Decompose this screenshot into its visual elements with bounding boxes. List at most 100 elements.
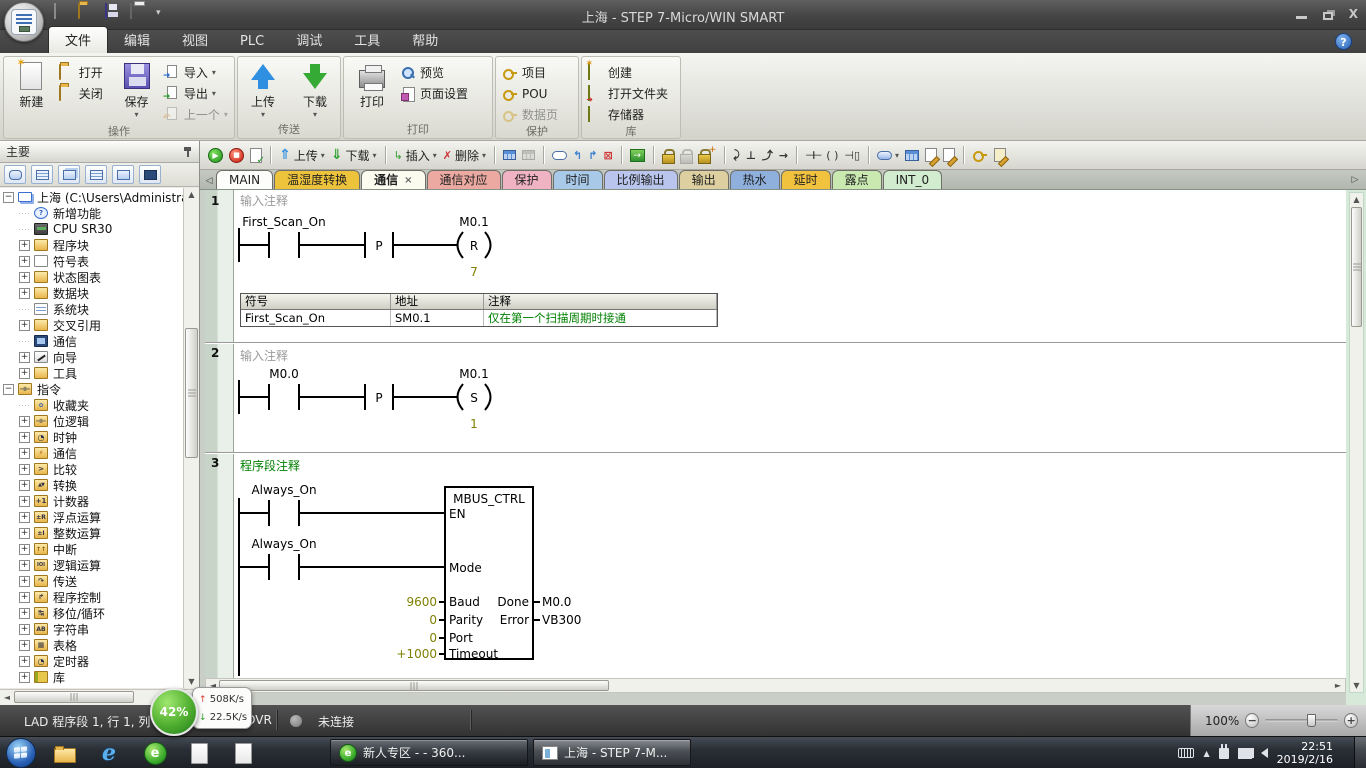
curl-right-icon[interactable]: ↱ [586,145,599,165]
tree-expander-icon[interactable]: + [19,608,30,619]
branch-up-icon[interactable]: ⤴ [760,145,775,165]
editor-tab-保护[interactable]: 保护 [502,170,552,189]
print-button[interactable]: 打印 [347,59,397,123]
edit-comment-icon[interactable] [923,145,939,165]
lock-add-icon[interactable]: + [696,145,719,165]
tree-item-table[interactable]: +表格 [0,637,183,653]
start-button[interactable] [6,738,36,768]
contact-always-on-mode[interactable]: Always_On [251,537,316,580]
cross-reference-view-icon[interactable] [112,165,134,184]
block-input-values[interactable]: 9600 0 0 +1000 [396,595,445,661]
tree-expander-icon[interactable]: + [19,416,30,427]
contact-first-scan[interactable]: First_Scan_On [242,215,325,258]
network-comment[interactable]: 程序段注释 [240,457,300,474]
internet-explorer-icon[interactable]: e [96,741,122,765]
taskbar-window-step7[interactable]: 上海 - STEP 7-M... [533,739,691,766]
taskbar-window-360[interactable]: e 新人专区 - - 360... [330,739,528,766]
editor-tab-露点[interactable]: 露点 [832,170,882,189]
tree-expander-icon[interactable]: + [19,272,30,283]
export-button[interactable]: ➜导出▾ [161,83,231,104]
zoom-slider[interactable] [1265,719,1338,722]
editor-tab-MAIN[interactable]: MAIN [216,170,273,189]
block-output-values[interactable]: M0.0 VB300 [533,595,581,627]
new-button[interactable]: 新建 [7,59,56,125]
editor-tab-热水[interactable]: 热水 [730,170,780,189]
document-icon[interactable] [186,741,212,765]
symbol-table-view-icon[interactable] [31,165,53,184]
tree-expander-icon[interactable]: + [19,432,30,443]
pou-properties-icon[interactable] [992,145,1008,165]
protect-project-button[interactable]: 项目 [499,62,561,83]
editor-tab-通信[interactable]: 通信× [361,170,425,189]
tree-item-bit-logic[interactable]: +位逻辑 [0,413,183,429]
horizontal-line-icon[interactable]: → [777,145,790,165]
tree-item-symbol-table[interactable]: +符号表 [0,253,183,269]
print-preview-button[interactable]: 预览 [397,62,471,83]
show-desktop-button[interactable] [1354,737,1366,768]
tree-item-logic-ops[interactable]: +逻辑运算 [0,557,183,573]
branch-down-icon[interactable]: ⤸ [731,145,742,165]
input-method-icon[interactable] [1178,748,1194,758]
network-comment[interactable]: 输入注释 [240,347,288,364]
tree-item-cross-reference[interactable]: +交叉引用 [0,317,183,333]
help-icon[interactable]: ? [1335,33,1352,50]
tree-expander-icon[interactable]: + [19,368,30,379]
branch-junction-icon[interactable]: ⊥ [744,145,758,165]
zoom-out-button[interactable]: − [1245,713,1259,728]
editor-tab-时间[interactable]: 时间 [553,170,603,189]
tree-item-cpu[interactable]: CPU SR30 [0,221,183,237]
tree-item-whats-new[interactable]: 新增功能 [0,205,183,221]
minimize-button[interactable] [1296,16,1307,19]
menu-tab-help[interactable]: 帮助 [396,27,454,53]
tree-expander-icon[interactable]: + [19,240,30,251]
data-block-view-icon[interactable] [85,165,107,184]
app-icon[interactable] [4,2,44,42]
menu-tab-tools[interactable]: 工具 [338,27,396,53]
tree-item-convert[interactable]: +转换 [0,477,183,493]
tree-expander-icon[interactable]: + [19,464,30,475]
menu-tab-file[interactable]: 文件 [48,26,108,53]
menu-tab-edit[interactable]: 编辑 [108,27,166,53]
tree-item-shift-rotate[interactable]: +移位/循环 [0,605,183,621]
tree-item-clock[interactable]: +时钟 [0,429,183,445]
open-button[interactable]: 打开 [56,62,112,83]
editor-tab-输出[interactable]: 输出 [679,170,729,189]
tree-expander-icon[interactable]: − [3,384,14,395]
delete-page-icon[interactable]: ⊠ [601,145,614,165]
close-tab-icon[interactable]: × [404,172,412,189]
lock-icon[interactable] [660,145,676,165]
tree-item-library[interactable]: +库 [0,669,183,685]
tree-item-tools[interactable]: +工具 [0,365,183,381]
tree-item-data-block[interactable]: +数据块 [0,285,183,301]
tree-expander-icon[interactable]: + [19,496,30,507]
tree-item-float-math[interactable]: +浮点运算 [0,509,183,525]
box-icon[interactable]: ⊣▯ [842,145,862,165]
coil-icon[interactable]: ( ) [824,145,840,165]
compile-button[interactable] [248,145,264,165]
menu-tab-plc[interactable]: PLC [224,31,280,53]
tab-scroll-left-icon[interactable]: ◁ [202,173,216,189]
zoom-slider-thumb[interactable] [1307,714,1316,727]
tree-expander-icon[interactable]: + [19,256,30,267]
status-chart-view-icon[interactable] [58,165,80,184]
upload-button[interactable]: 上传▾ [241,59,285,123]
power-icon[interactable] [1219,748,1229,759]
mbus-ctrl-block[interactable]: MBUS_CTRL EN Mode Baud Parity Port Timeo… [445,487,533,661]
tree-item-favorites[interactable]: 收藏夹 [0,397,183,413]
tab-scroll-right-icon[interactable]: ▷ [1348,172,1362,188]
pin-icon[interactable] [183,146,193,158]
hidden-icons-icon[interactable]: ▲ [1203,749,1209,758]
zoom-in-button[interactable]: + [1344,713,1358,728]
360-browser-icon[interactable]: e [142,741,168,765]
tree-expander-icon[interactable]: + [19,288,30,299]
tree-item-program-control[interactable]: +程序控制 [0,589,183,605]
tree-expander-icon[interactable]: + [19,512,30,523]
tree-expander-icon[interactable]: + [19,448,30,459]
contact-always-on-en[interactable]: Always_On [251,483,316,526]
tree-item-move[interactable]: +传送 [0,573,183,589]
tree-expander-icon[interactable]: + [19,624,30,635]
tree-item-interrupt[interactable]: +中断 [0,541,183,557]
curl-left-icon[interactable]: ↰ [571,145,584,165]
address-table-icon[interactable] [903,145,921,165]
library-open-folder-button[interactable]: 打开文件夹 [585,83,671,104]
